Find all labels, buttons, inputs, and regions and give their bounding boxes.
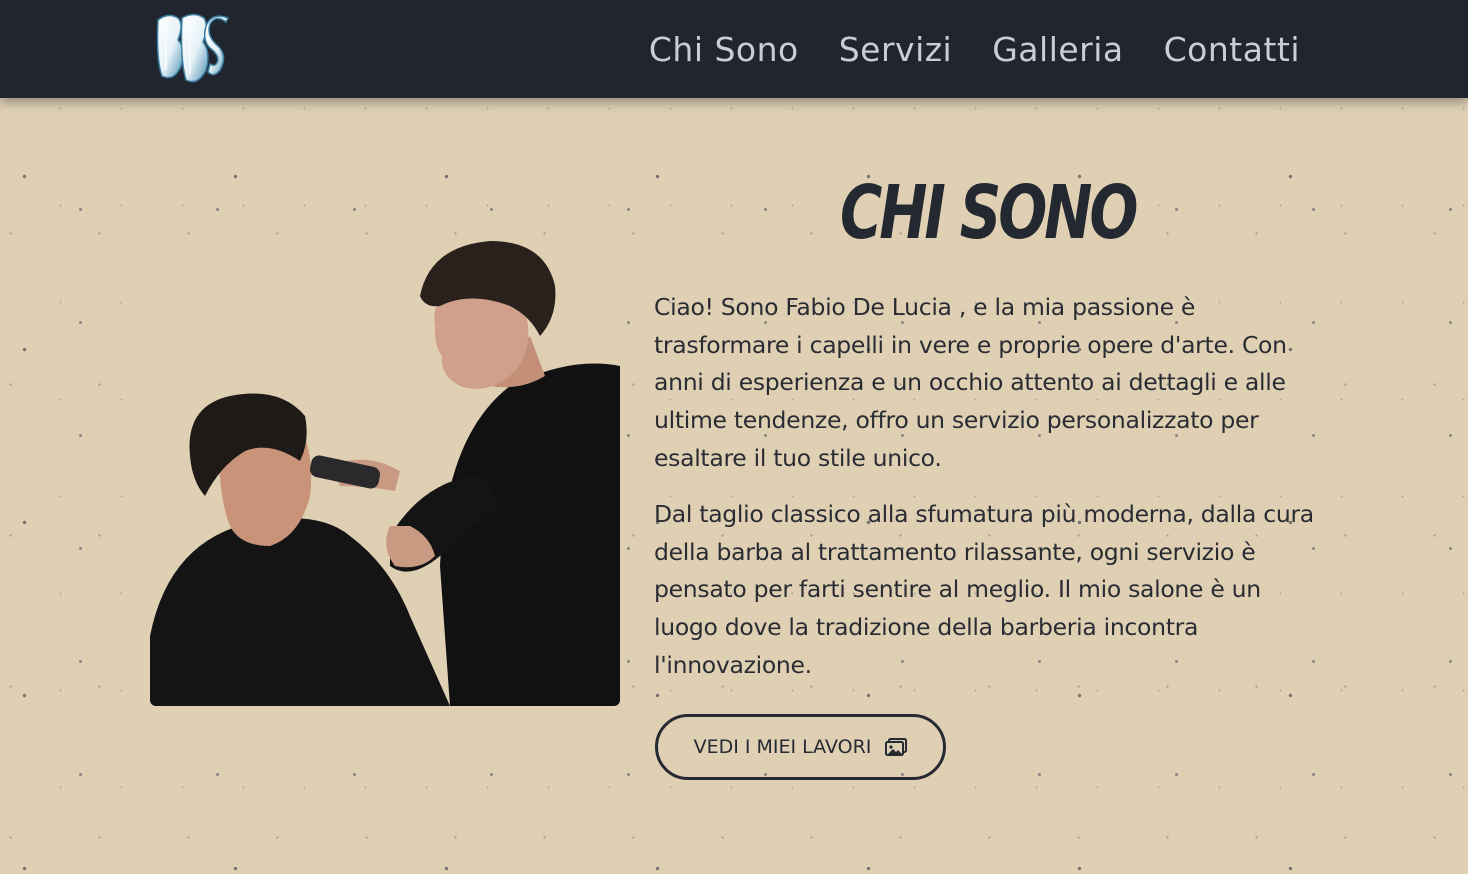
site-logo[interactable] <box>154 10 234 88</box>
view-works-button[interactable]: VEDI I MIEI LAVORI <box>655 714 946 780</box>
about-paragraph-2: Dal taglio classico alla sfumatura più m… <box>654 500 1314 679</box>
main-nav: Chi Sono Servizi Galleria Contatti <box>649 0 1300 98</box>
view-works-label: VEDI I MIEI LAVORI <box>693 736 872 758</box>
barber-photo <box>150 236 620 706</box>
image-gallery-icon <box>885 738 908 756</box>
navbar: Chi Sono Servizi Galleria Contatti <box>0 0 1468 98</box>
section-title: CHI SONO <box>840 170 1138 256</box>
nav-link-galleria[interactable]: Galleria <box>992 30 1123 69</box>
nav-link-servizi[interactable]: Servizi <box>839 30 953 69</box>
nav-link-contatti[interactable]: Contatti <box>1164 30 1300 69</box>
about-paragraph-1: Ciao! Sono Fabio De Lucia , e la mia pas… <box>654 293 1287 472</box>
nav-link-chi-sono[interactable]: Chi Sono <box>649 30 799 69</box>
